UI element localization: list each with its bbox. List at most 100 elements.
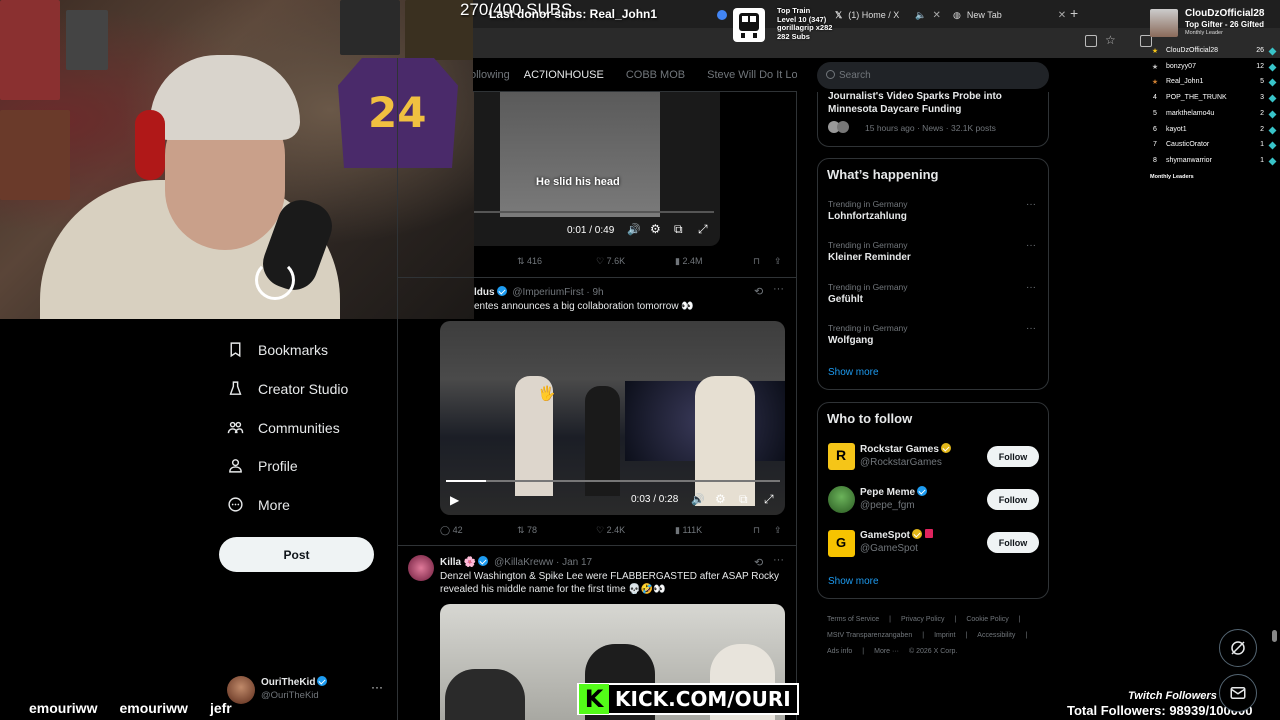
tweet-more-icon[interactable]: ···	[773, 283, 784, 295]
reply-count: 42	[452, 525, 463, 535]
new-tab-button[interactable]: +	[1070, 5, 1078, 21]
person-figure	[695, 376, 755, 506]
search-input[interactable]: Search	[817, 62, 1049, 89]
settings-icon[interactable]: ⚙	[650, 222, 661, 236]
footer-link[interactable]: Ads info	[827, 648, 852, 655]
tweet-avatar[interactable]	[408, 555, 434, 581]
gem-icon	[1268, 63, 1277, 72]
volume-icon[interactable]: 🔊	[627, 223, 641, 236]
footer-link[interactable]: Cookie Policy	[966, 616, 1008, 623]
like-button[interactable]: ♡ 2.4K	[596, 525, 625, 536]
wall-poster	[0, 110, 70, 200]
share-icon[interactable]: ⇪	[774, 525, 782, 536]
kick-url: KICK.COM/OURI	[615, 687, 791, 711]
pip-icon[interactable]: ⧉	[674, 222, 683, 237]
pip-icon[interactable]: ⧉	[739, 492, 748, 507]
browser-tab-x-home[interactable]: 𝕏 (1) Home / X 🔈 ✕	[835, 5, 941, 25]
browser-tab-google[interactable]	[717, 5, 727, 25]
tab-ac7ionhouse[interactable]: AC7IONHOUSE	[524, 69, 604, 81]
nav-creator-studio[interactable]: Creator Studio	[227, 380, 348, 397]
tweet-author[interactable]: ldus @ImperiumFirst · 9h	[474, 286, 604, 298]
trend-name[interactable]: Lohnfortzahlung	[828, 211, 907, 222]
fullscreen-icon[interactable]: ⤢	[698, 222, 708, 237]
follow-button[interactable]: Follow	[987, 446, 1039, 467]
install-app-icon[interactable]	[1085, 35, 1097, 47]
news-title[interactable]: Journalist's Video Sparks Probe into Min…	[828, 90, 1043, 116]
messages-button[interactable]	[1219, 674, 1257, 712]
trend-more-icon[interactable]: ···	[1026, 240, 1036, 251]
share-icon[interactable]: ⇪	[774, 256, 782, 267]
rockstar-logo-icon: R	[836, 447, 847, 463]
tab-cobb-mob[interactable]: COBB MOB	[626, 69, 685, 81]
bookmark-star-icon[interactable]: ☆	[1105, 33, 1116, 47]
grok-icon[interactable]: ⟲	[754, 285, 763, 298]
tweet-more-icon[interactable]: ···	[773, 554, 784, 566]
trends-show-more[interactable]: Show more	[828, 367, 879, 378]
page-scrollbar[interactable]	[1272, 630, 1277, 642]
settings-icon[interactable]: ⚙	[715, 492, 726, 506]
leaderboard-rank: 5	[1153, 109, 1157, 117]
nav-communities[interactable]: Communities	[227, 419, 340, 436]
trend-more-icon[interactable]: ···	[1026, 323, 1036, 334]
follow-button[interactable]: Follow	[987, 489, 1039, 510]
trend-more-icon[interactable]: ···	[1026, 282, 1036, 293]
grok-button[interactable]	[1219, 629, 1257, 667]
rockstar-avatar[interactable]: R	[828, 443, 855, 470]
leaderboard-rank: 7	[1153, 141, 1157, 149]
follow-show-more[interactable]: Show more	[828, 576, 879, 587]
reply-button[interactable]: ◯ 42	[440, 525, 463, 536]
gamespot-avatar[interactable]: G	[828, 530, 855, 557]
footer-link[interactable]: MStV Transparenzangaben	[827, 632, 912, 639]
tweet-video[interactable]: He slid his head 0:01 / 0:49 🔊 ⚙ ⧉ ⤢	[474, 92, 720, 246]
views-button[interactable]: ▮ 2.4M	[675, 256, 702, 267]
footer-link[interactable]: Terms of Service	[827, 616, 879, 623]
bookmark-icon[interactable]: ⊓	[753, 256, 760, 267]
footer-link[interactable]: More ···	[874, 648, 899, 655]
nav-bookmarks[interactable]: Bookmarks	[227, 341, 328, 358]
tweet-video[interactable]: 🖐 ▶ 0:03 / 0:28 🔊 ⚙ ⧉ ⤢	[440, 321, 785, 515]
trend-more-icon[interactable]: ···	[1026, 199, 1036, 210]
trend-name[interactable]: Gefühlt	[828, 294, 863, 305]
tweet-author[interactable]: Killa 🌸 @KillaKreww · Jan 17	[440, 556, 592, 568]
footer-link[interactable]: Privacy Policy	[901, 616, 945, 623]
gem-icon	[1268, 126, 1277, 134]
footer-link[interactable]: Accessibility	[977, 632, 1015, 639]
grok-icon	[1231, 641, 1245, 655]
follow-account-name[interactable]: GameSpot	[860, 529, 934, 541]
browser-tab-new[interactable]: ◍ New Tab ✕	[953, 5, 1066, 25]
follow-button[interactable]: Follow	[987, 532, 1039, 553]
close-tab-icon[interactable]: ✕	[933, 10, 941, 21]
nav-profile[interactable]: Profile	[227, 457, 298, 474]
wall-poster	[0, 0, 60, 100]
leaderboard-rank: ★	[1151, 63, 1159, 71]
follow-account-handle: @GameSpot	[860, 543, 918, 554]
trend-name[interactable]: Wolfgang	[828, 335, 873, 346]
close-tab-icon[interactable]: ✕	[1058, 10, 1066, 21]
video-progress[interactable]	[446, 480, 780, 482]
nav-more[interactable]: More	[227, 496, 290, 513]
like-button[interactable]: ♡ 7.6K	[596, 256, 625, 267]
follow-account-name[interactable]: Rockstar Games	[860, 443, 951, 455]
tab-following[interactable]: ollowing	[473, 69, 510, 81]
footer-link[interactable]: Imprint	[934, 632, 955, 639]
views-button[interactable]: ▮ 111K	[675, 525, 702, 536]
account-name[interactable]: OuriTheKid	[261, 676, 328, 688]
video-frame	[500, 92, 660, 217]
leaderboard-rank: ★	[1151, 79, 1159, 87]
video-progress[interactable]	[474, 211, 714, 213]
follow-account-name[interactable]: Pepe Meme	[860, 486, 928, 498]
play-icon[interactable]: ▶	[450, 493, 459, 507]
fullscreen-icon[interactable]: ⤢	[764, 492, 774, 507]
tweet-handle: @KillaKreww · Jan 17	[494, 557, 593, 568]
pepe-avatar[interactable]	[828, 486, 855, 513]
retweet-button[interactable]: ⇅ 78	[517, 525, 537, 536]
mute-icon[interactable]: 🔈	[915, 10, 926, 21]
volume-icon[interactable]: 🔊	[691, 493, 705, 506]
account-more-icon[interactable]: ···	[371, 680, 383, 694]
post-button[interactable]: Post	[219, 537, 374, 572]
tab-steve-will-do-it[interactable]: Steve Will Do It Loyal	[707, 69, 797, 81]
bookmark-icon[interactable]: ⊓	[753, 525, 760, 536]
trend-name[interactable]: Kleiner Reminder	[828, 252, 911, 263]
retweet-button[interactable]: ⇅ 416	[517, 256, 542, 267]
grok-icon[interactable]: ⟲	[754, 556, 763, 569]
